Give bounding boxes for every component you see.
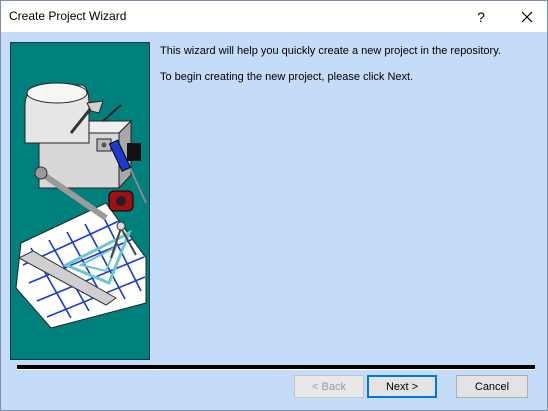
next-button[interactable]: Next > xyxy=(367,375,437,398)
close-icon xyxy=(521,11,533,22)
help-button[interactable]: ? xyxy=(463,1,499,32)
wizard-dialog: Create Project Wizard ? This wizard will… xyxy=(0,0,548,411)
wizard-intro-text: This wizard will help you quickly create… xyxy=(160,45,501,57)
wizard-illustration xyxy=(10,42,150,360)
back-button[interactable]: < Back xyxy=(294,375,364,398)
toolbox-icon xyxy=(24,82,147,221)
wizard-instruction-text: To begin creating the new project, pleas… xyxy=(160,71,414,83)
footer-separator xyxy=(17,365,535,370)
blueprint-icon xyxy=(15,202,147,329)
toolbox-blueprint-illustration xyxy=(15,82,147,329)
window-title: Create Project Wizard xyxy=(9,9,127,23)
title-bar[interactable]: Create Project Wizard ? xyxy=(1,1,547,32)
cancel-button[interactable]: Cancel xyxy=(456,375,528,398)
close-button[interactable] xyxy=(507,1,547,32)
